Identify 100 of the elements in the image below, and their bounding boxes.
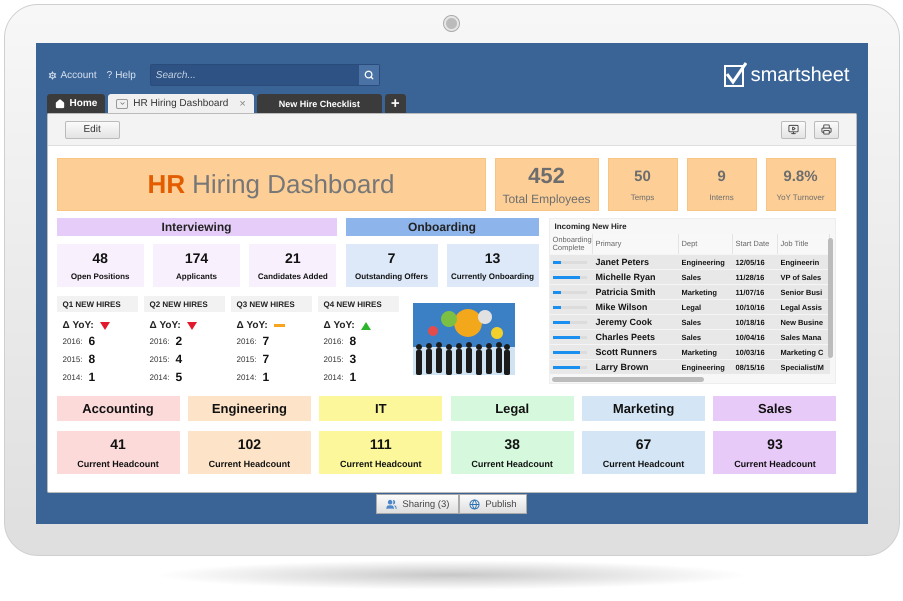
home-icon: [54, 98, 64, 108]
metric-label: Open Positions: [70, 272, 130, 281]
vertical-scrollbar[interactable]: [828, 238, 832, 358]
metric-value: 21: [285, 250, 301, 266]
hire-count: 8: [88, 352, 96, 366]
table-cell: Michelle Ryan: [592, 269, 678, 284]
year-label: 2014:: [236, 372, 256, 382]
table-cell: Mike Wilson: [592, 299, 678, 314]
hire-count: 6: [88, 334, 96, 348]
people-icon: [386, 498, 398, 510]
add-tab-button[interactable]: +: [384, 94, 406, 113]
tab[interactable]: HR Hiring Dashboard ×: [108, 94, 254, 113]
yoy-label: Δ YoY:: [236, 320, 268, 331]
stat-value: 9: [717, 168, 726, 184]
department-header: Sales: [713, 396, 836, 421]
globe-icon: [469, 498, 480, 510]
tab[interactable]: New Hire Checklist: [256, 94, 382, 113]
camera-icon: [444, 16, 459, 31]
metric-label: Applicants: [176, 272, 217, 281]
publish-button[interactable]: Publish: [459, 494, 527, 514]
headcount-value: 41: [110, 436, 126, 452]
headcount-label: Current Headcount: [602, 459, 684, 469]
year-label: 2016:: [150, 336, 170, 346]
headcount-value: 67: [636, 436, 652, 452]
search-button[interactable]: [358, 65, 379, 85]
section-header: Onboarding: [346, 218, 538, 236]
sharing-button[interactable]: Sharing (3): [376, 494, 460, 514]
table-cell: Patricia Smith: [592, 284, 678, 299]
headcount-label: Current Headcount: [77, 459, 159, 469]
tab[interactable]: Home: [46, 94, 106, 113]
year-label: 2015:: [324, 354, 344, 364]
table-cell: Jeremy Cook: [592, 314, 678, 329]
year-label: 2014:: [150, 372, 170, 382]
stat-label: YoY Turnover: [776, 192, 825, 202]
hire-count: 1: [88, 370, 96, 384]
year-label: 2016:: [236, 336, 256, 346]
year-label: 2015:: [236, 354, 256, 364]
section-header: Interviewing: [56, 218, 336, 236]
table-cell: Janet Peters: [592, 254, 678, 269]
dropdown-caret-icon[interactable]: [116, 98, 128, 108]
yoy-label: Δ YoY:: [150, 320, 181, 331]
headcount-value: 102: [238, 436, 262, 452]
hire-count: 3: [350, 352, 356, 366]
department-header: Legal: [450, 396, 574, 421]
metric-value: 13: [484, 250, 500, 266]
hire-count: 8: [350, 334, 356, 348]
metric-value: 174: [184, 250, 208, 266]
headcount-value: 38: [504, 436, 520, 452]
quarter-header: Q1 NEW HIRES: [56, 296, 138, 312]
department-header: Marketing: [582, 396, 706, 421]
metric-label: Currently Onboarding: [450, 272, 534, 281]
metric-value: 7: [388, 250, 396, 266]
account-link[interactable]: Account: [46, 70, 97, 80]
hire-count: 7: [262, 352, 270, 366]
hire-count: 1: [262, 370, 270, 384]
stat-label: Total Employees: [502, 192, 591, 206]
table-cell: Charles Peets: [592, 329, 678, 344]
headcount-label: Current Headcount: [208, 459, 290, 469]
dashboard-title: HR Hiring Dashboard: [56, 158, 486, 211]
search-input[interactable]: Search...: [150, 65, 359, 85]
stat-label: Interns: [709, 192, 734, 202]
quarter-header: Q3 NEW HIRES: [230, 296, 312, 312]
stat-value: 9.8%: [783, 168, 818, 184]
department-header: IT: [319, 396, 442, 421]
yoy-label: Δ YoY:: [62, 320, 94, 331]
year-label: 2014:: [324, 372, 344, 382]
table-cell: Larry Brown: [592, 359, 678, 374]
year-label: 2014:: [62, 372, 82, 382]
headcount-label: Current Headcount: [734, 459, 816, 469]
hire-count: 1: [350, 370, 356, 384]
table-cell: Scott Runners: [592, 344, 678, 359]
hire-count: 4: [176, 352, 182, 366]
present-button[interactable]: [780, 120, 806, 138]
hire-count: 2: [176, 334, 182, 348]
headcount-value: 111: [370, 436, 392, 452]
edit-button[interactable]: Edit: [64, 120, 120, 138]
print-button[interactable]: [814, 120, 838, 138]
quarter-header: Q2 NEW HIRES: [144, 296, 224, 312]
horizontal-scrollbar[interactable]: [552, 377, 704, 382]
department-header: Engineering: [188, 396, 311, 421]
department-header: Accounting: [56, 396, 180, 421]
help-link[interactable]: ? Help: [106, 70, 136, 80]
headcount-label: Current Headcount: [340, 459, 422, 469]
checkmark-logo-icon: [722, 62, 747, 88]
stat-label: Temps: [630, 192, 654, 202]
search-icon: [364, 70, 374, 80]
stat-value: 452: [528, 163, 565, 189]
metric-value: 48: [92, 250, 108, 266]
search-field[interactable]: Search...: [150, 64, 380, 86]
year-label: 2016:: [324, 336, 344, 346]
headcount-label: Current Headcount: [471, 459, 553, 469]
yoy-label: Δ YoY:: [324, 320, 355, 331]
table-title: Incoming New Hire: [554, 221, 628, 233]
logo-text: smartsheet: [750, 64, 850, 86]
headcount-value: 93: [767, 436, 783, 452]
monitor-icon: [788, 124, 798, 135]
hire-count: 7: [262, 334, 270, 348]
quarter-header: Q4 NEW HIRES: [318, 296, 398, 312]
year-label: 2016:: [62, 336, 82, 346]
printer-icon: [820, 124, 832, 135]
